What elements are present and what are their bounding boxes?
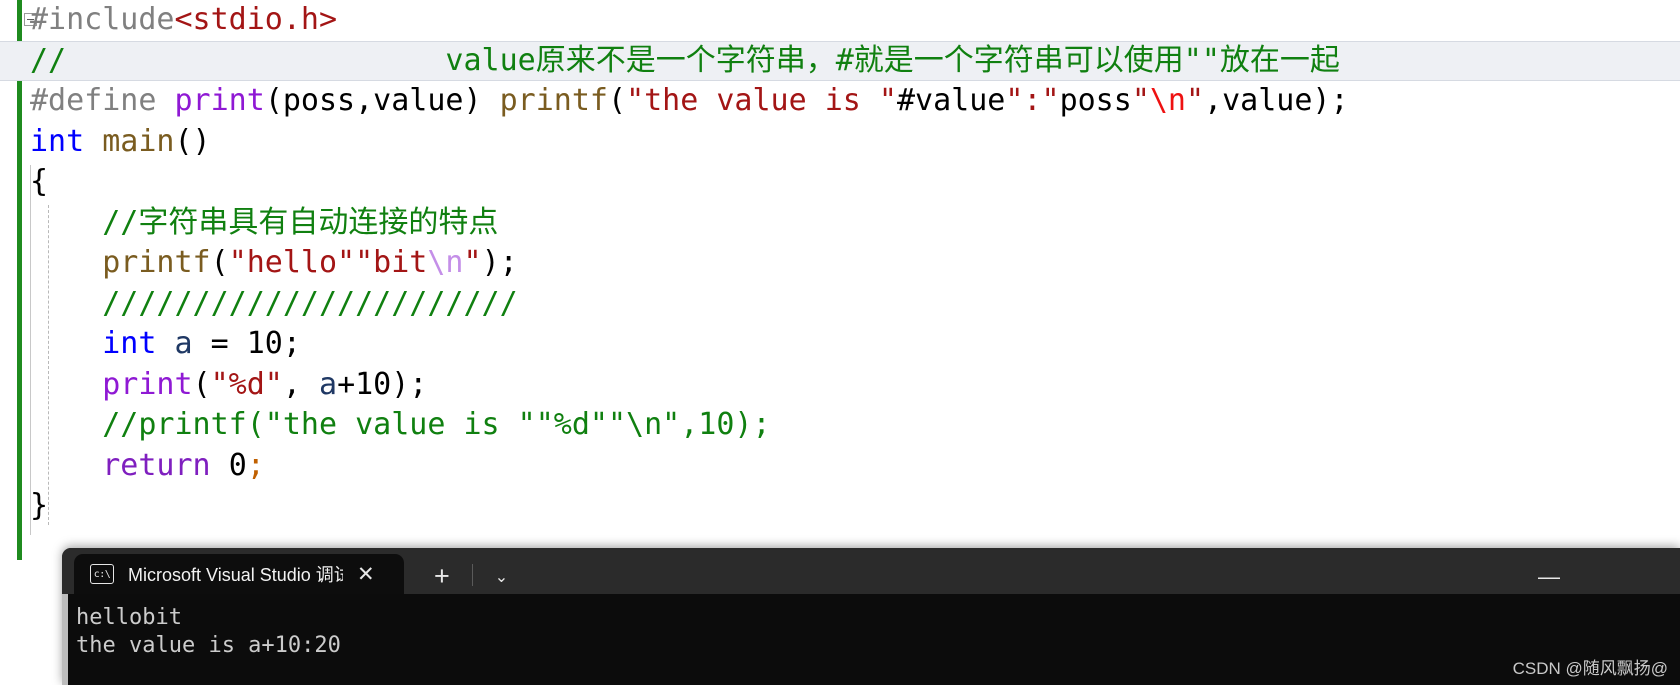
code-token: { xyxy=(30,164,49,199)
code-token: #value xyxy=(897,83,1006,118)
code-token: " xyxy=(1186,83,1205,118)
line-comment-slashes[interactable]: /////////////////////// xyxy=(0,284,1680,325)
code-token: ( xyxy=(192,366,211,402)
line-open-brace[interactable]: { xyxy=(0,162,1680,203)
line-comment-value[interactable]: // value原来不是一个字符串，#就是一个字符串可以使用""放在一起 xyxy=(0,40,1680,81)
code-token: print xyxy=(174,83,265,118)
code-token: main xyxy=(102,123,175,159)
code-token: ,value); xyxy=(1204,83,1349,118)
code-token: "%d" xyxy=(210,366,283,402)
terminal-output-line: the value is a+10:20 xyxy=(76,633,341,658)
terminal-output: hellobit the value is a+10:20 xyxy=(62,594,1680,685)
code-token: /////////////////////// xyxy=(30,285,518,321)
code-token: " xyxy=(1131,83,1150,118)
code-token: printf xyxy=(499,83,608,118)
terminal-output-line: hellobit xyxy=(76,605,182,630)
code-token: 10; xyxy=(246,326,301,361)
code-token: a xyxy=(319,366,338,402)
code-token: int xyxy=(30,123,103,159)
code-token: //printf("the value is ""%d""\n",10); xyxy=(30,407,771,442)
terminal-window[interactable]: c:\ Microsoft Visual Studio 调试控 ✕ + ⌄ — … xyxy=(62,548,1680,685)
code-token: a xyxy=(174,326,193,361)
chevron-down-icon[interactable]: ⌄ xyxy=(495,570,508,586)
window-controls[interactable]: — xyxy=(1538,566,1560,588)
code-token: "the value is " xyxy=(626,83,897,118)
code-token: return xyxy=(102,447,229,483)
code-token: "hello""bit xyxy=(228,245,428,280)
terminal-titlebar[interactable]: c:\ Microsoft Visual Studio 调试控 ✕ + ⌄ — xyxy=(62,548,1680,594)
terminal-tab[interactable]: c:\ Microsoft Visual Studio 调试控 ✕ xyxy=(74,554,404,594)
line-print-call[interactable]: print("%d", a+10); xyxy=(0,365,1680,406)
terminal-scrollbar[interactable] xyxy=(62,594,68,685)
line-int-a[interactable]: int a = 10; xyxy=(0,324,1680,365)
code-token: ":" xyxy=(1005,83,1060,118)
code-token: 0 xyxy=(228,447,247,483)
code-token: #define xyxy=(30,83,175,118)
code-token: // value原来不是一个字符串，#就是一个字符串可以使用""放在一起 xyxy=(30,42,1340,78)
line-close-brace[interactable]: } xyxy=(0,486,1680,527)
code-token: ( xyxy=(210,245,229,280)
code-token: +10); xyxy=(337,366,428,402)
code-token: int xyxy=(102,326,175,361)
line-return[interactable]: return 0; xyxy=(0,446,1680,487)
code-token: () xyxy=(174,123,211,159)
code-token: <stdio.h> xyxy=(174,2,338,37)
code-token: = xyxy=(192,326,247,361)
minimize-icon[interactable]: — xyxy=(1538,566,1560,588)
code-token: \n xyxy=(427,245,464,280)
line-define-print[interactable]: #define print(poss,value) printf("the va… xyxy=(0,81,1680,122)
code-token: #include xyxy=(30,2,175,37)
line-comment-printf[interactable]: //printf("the value is ""%d""\n",10); xyxy=(0,405,1680,446)
code-token: " xyxy=(463,245,482,280)
console-icon: c:\ xyxy=(90,564,114,584)
code-token: ; xyxy=(246,447,265,483)
line-printf-hellobit[interactable]: printf("hello""bit\n"); xyxy=(0,243,1680,284)
code-token: ( xyxy=(608,83,627,118)
line-include[interactable]: #include<stdio.h> xyxy=(0,0,1680,41)
toolbar-divider xyxy=(471,564,473,586)
watermark: CSDN @随风飘扬@ xyxy=(1512,659,1668,678)
code-token: print xyxy=(102,366,193,402)
new-tab-button[interactable]: + xyxy=(434,563,450,590)
line-main[interactable]: int main() xyxy=(0,122,1680,163)
code-token: (poss,value) xyxy=(264,83,500,118)
code-lines[interactable]: #include<stdio.h>// value原来不是一个字符串，#就是一个… xyxy=(0,0,1680,527)
terminal-tab-title: Microsoft Visual Studio 调试控 xyxy=(128,565,343,585)
code-token: printf xyxy=(102,245,211,280)
close-icon[interactable]: ✕ xyxy=(357,564,375,585)
code-token: , xyxy=(282,366,319,402)
code-token: } xyxy=(30,488,49,523)
code-token: ); xyxy=(481,245,518,280)
code-token: //字符串具有自动连接的特点 xyxy=(30,204,499,240)
code-token: poss xyxy=(1059,83,1132,118)
line-comment-concat[interactable]: //字符串具有自动连接的特点 xyxy=(0,203,1680,244)
code-token: \n xyxy=(1149,83,1186,118)
